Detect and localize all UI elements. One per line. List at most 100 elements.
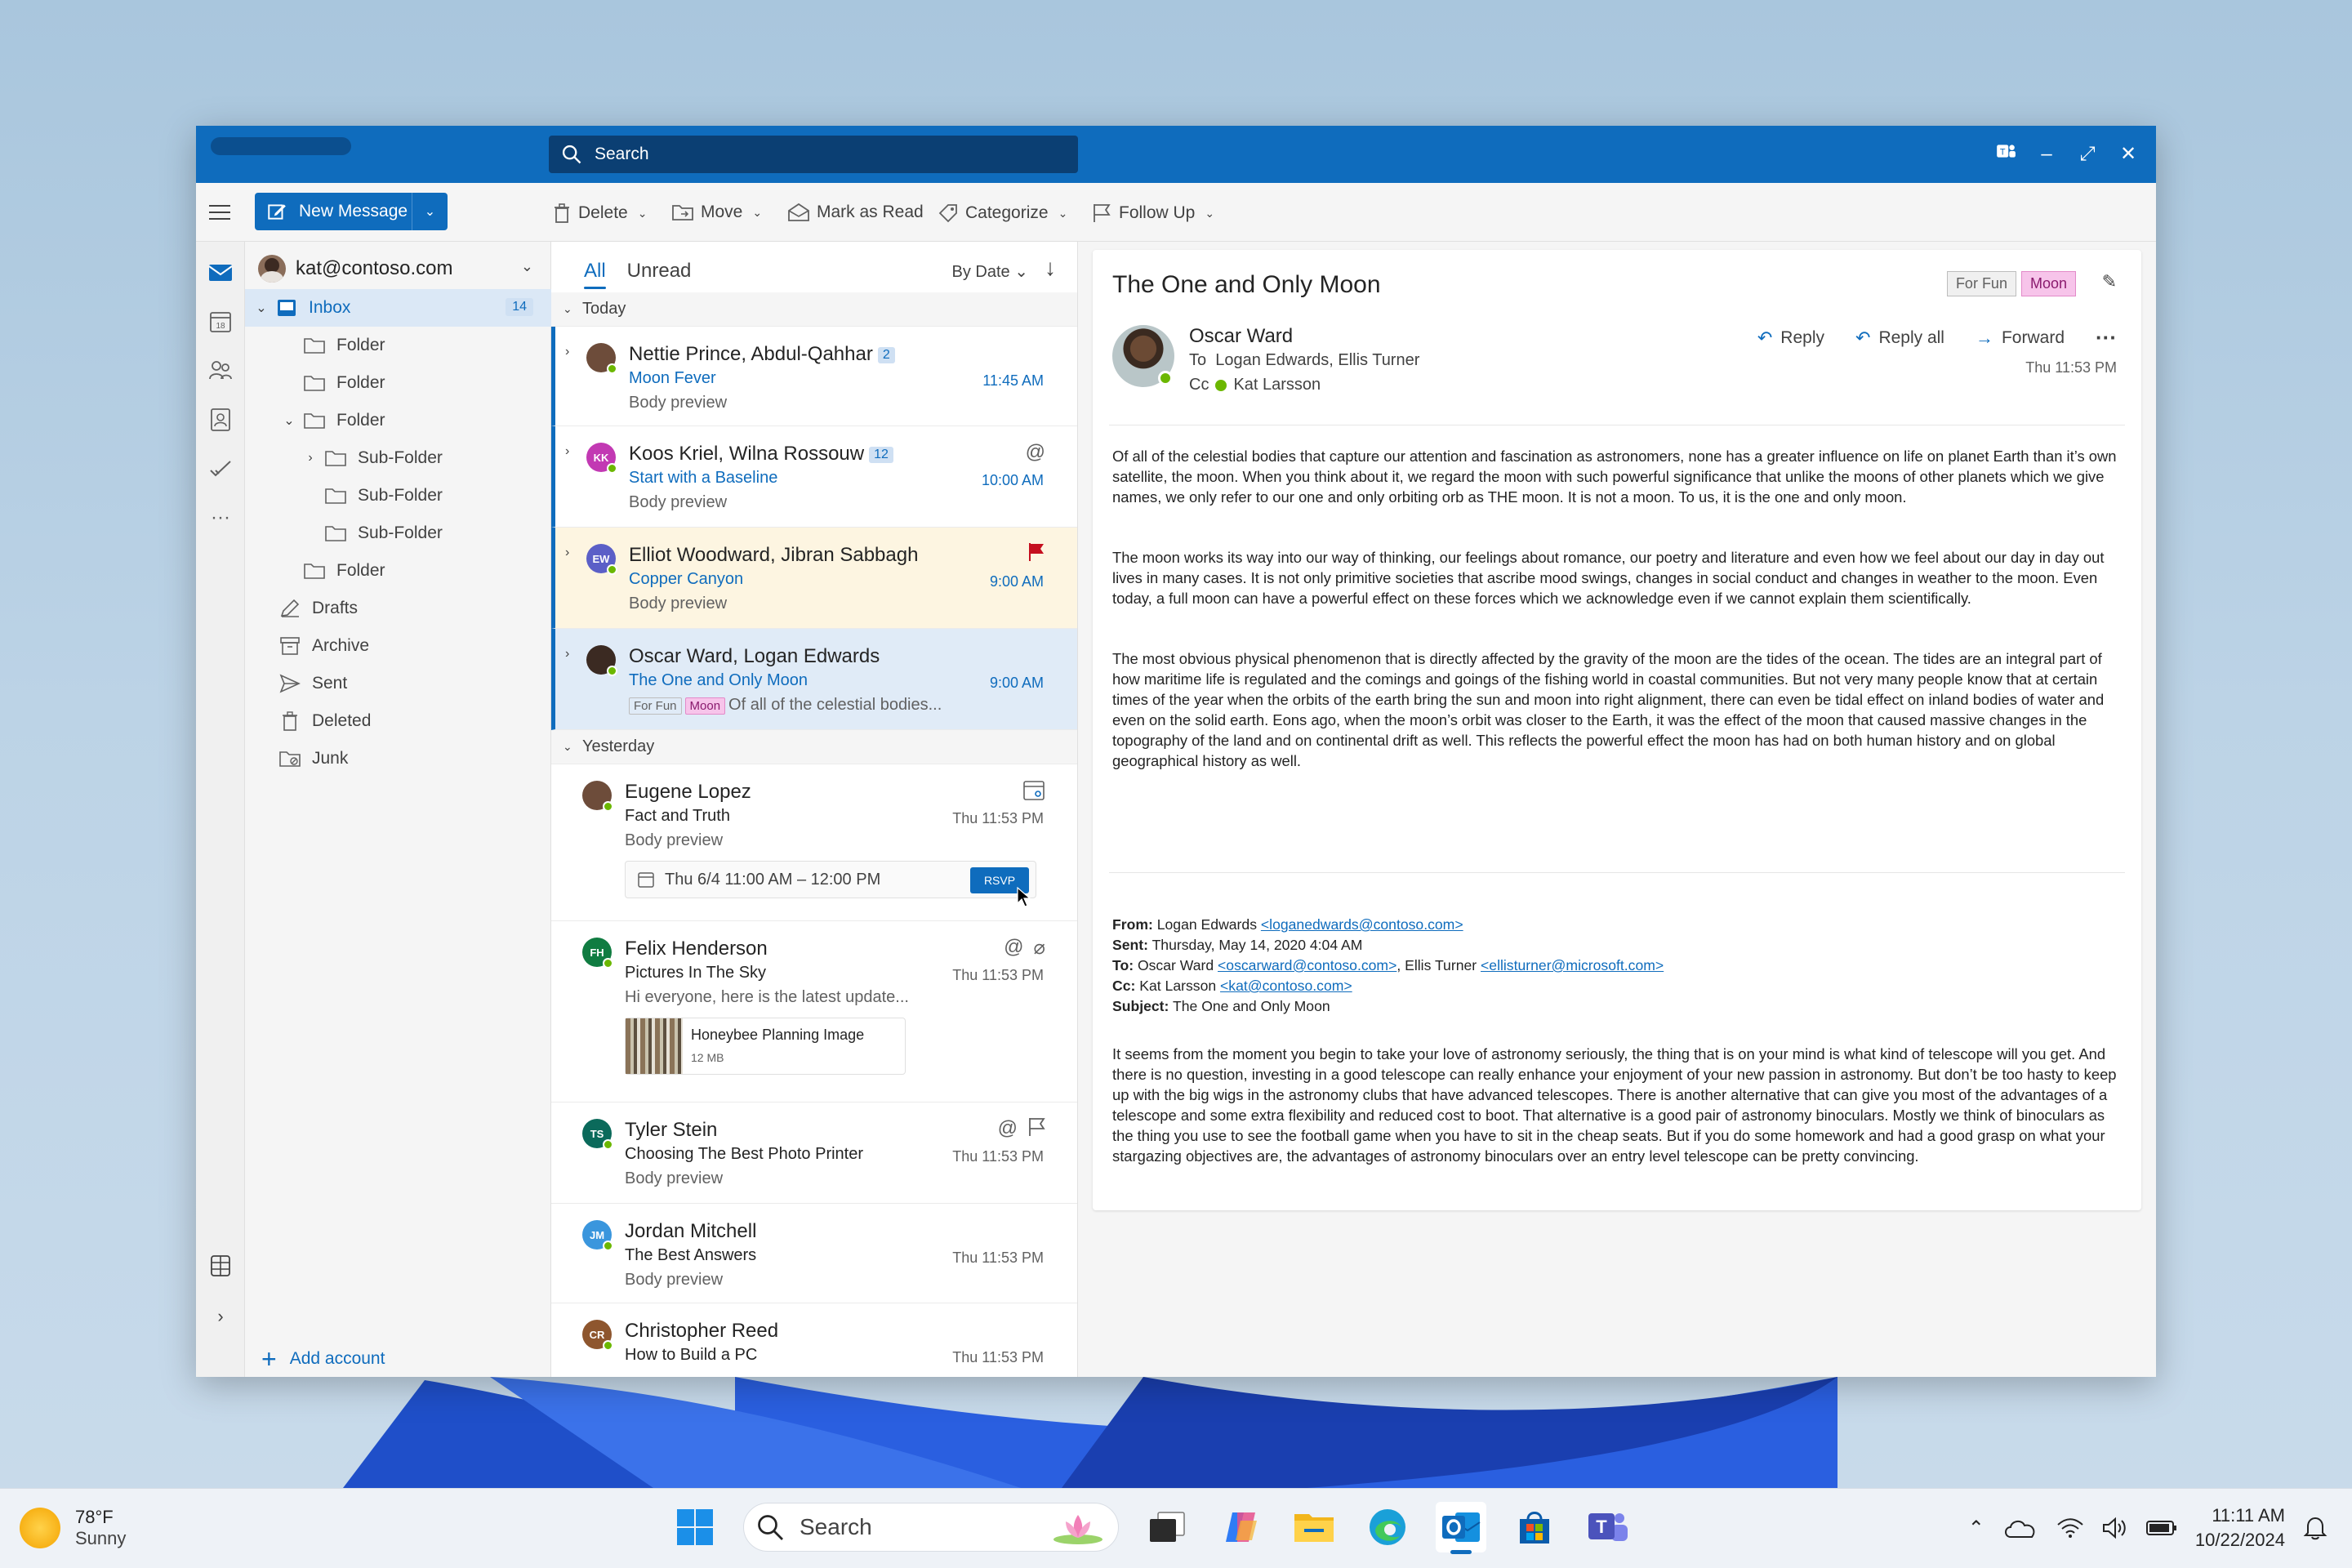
teams-app-icon[interactable]: T: [1583, 1502, 1633, 1552]
microsoft-store-icon[interactable]: [1509, 1502, 1560, 1552]
move-button[interactable]: Move ⌄: [671, 203, 762, 222]
folder-inbox[interactable]: ⌄ Inbox 14: [245, 289, 551, 327]
subfolder-item[interactable]: › Sub-Folder: [245, 439, 551, 477]
people-icon[interactable]: [207, 358, 234, 384]
copilot-icon[interactable]: [1215, 1502, 1266, 1552]
outlook-app-icon[interactable]: [1436, 1502, 1486, 1554]
expand-rail-icon[interactable]: ›: [207, 1303, 234, 1330]
forward-label: Forward: [2001, 327, 2065, 347]
sender-name: Felix Henderson: [625, 938, 768, 960]
pin-icon[interactable]: ✎: [2102, 271, 2117, 292]
chevron-up-icon[interactable]: ⌃: [1968, 1517, 1984, 1540]
folder-item[interactable]: Folder: [245, 327, 551, 364]
notification-bell-icon[interactable]: [2303, 1515, 2328, 1541]
email-link[interactable]: <kat@contoso.com>: [1220, 978, 1352, 994]
folder-sent[interactable]: Sent: [245, 665, 551, 702]
search-box[interactable]: Search: [549, 136, 1078, 173]
mark-as-read-button[interactable]: Mark as Read: [787, 203, 924, 222]
follow-up-button[interactable]: Follow Up ⌄: [1091, 203, 1214, 224]
sender-name[interactable]: Oscar Ward: [1189, 325, 1293, 348]
subfolder-item[interactable]: Sub-Folder: [245, 514, 551, 552]
folder-item-expanded[interactable]: ⌄ Folder: [245, 402, 551, 439]
email-link[interactable]: <oscarward@contoso.com>: [1218, 957, 1396, 973]
app-rail: 18 ··· ›: [196, 242, 245, 1377]
message-item[interactable]: › KK Koos Kriel, Wilna Rossouw 12 Start w…: [551, 426, 1077, 528]
folder-item[interactable]: Folder: [245, 552, 551, 590]
chevron-down-icon[interactable]: ⌄: [253, 300, 270, 316]
chevron-right-icon[interactable]: ›: [565, 345, 569, 359]
attachment-card[interactable]: Honeybee Planning Image 12 MB: [625, 1018, 906, 1075]
chevron-down-icon[interactable]: ⌄: [281, 412, 297, 429]
folder-deleted[interactable]: Deleted: [245, 702, 551, 740]
sort-direction-icon[interactable]: ↓: [1045, 255, 1056, 281]
folder-drafts[interactable]: Drafts: [245, 590, 551, 627]
flag-outline-icon[interactable]: [1027, 1117, 1045, 1137]
onedrive-cloud-icon[interactable]: [2002, 1516, 2038, 1540]
more-apps-icon[interactable]: ···: [207, 505, 234, 531]
hamburger-menu-icon[interactable]: [207, 201, 232, 224]
group-header-today[interactable]: ⌄ Today: [551, 292, 1077, 327]
forward-button[interactable]: → Forward: [1976, 327, 2065, 349]
start-button[interactable]: [670, 1502, 720, 1552]
mail-icon[interactable]: [207, 260, 234, 286]
category-tag[interactable]: For Fun: [1946, 271, 2016, 296]
new-message-button[interactable]: New Message ⌄: [255, 193, 448, 230]
taskbar-search[interactable]: Search: [743, 1503, 1119, 1552]
reply-button[interactable]: ↶ Reply: [1757, 327, 1824, 349]
account-header[interactable]: kat@contoso.com ⌄: [253, 250, 543, 287]
message-item[interactable]: › Nettie Prince, Abdul-Qahhar 2 Moon Feve…: [551, 327, 1077, 426]
folder-icon: [302, 372, 327, 394]
contacts-icon[interactable]: [207, 407, 234, 433]
wifi-icon[interactable]: [2056, 1517, 2084, 1539]
add-account-button[interactable]: + Add account: [261, 1346, 385, 1372]
tab-all[interactable]: All: [584, 260, 606, 289]
chevron-right-icon[interactable]: ›: [565, 444, 569, 459]
tab-unread[interactable]: Unread: [627, 260, 692, 283]
group-label: Yesterday: [582, 737, 655, 755]
subfolder-item[interactable]: Sub-Folder: [245, 477, 551, 514]
close-button[interactable]: ✕: [2117, 142, 2140, 166]
office-apps-icon[interactable]: [207, 1253, 234, 1279]
flag-icon[interactable]: [1027, 542, 1045, 562]
weather-widget[interactable]: 78°F Sunny: [20, 1507, 126, 1549]
more-actions-button[interactable]: ···: [2096, 325, 2117, 350]
message-item[interactable]: JM Jordan Mitchell The Best Answers Body…: [551, 1204, 1077, 1303]
message-item[interactable]: Eugene Lopez Fact and Truth Body preview…: [551, 764, 1077, 921]
group-header-yesterday[interactable]: ⌄ Yesterday: [551, 730, 1077, 764]
teams-icon[interactable]: T: [1994, 140, 2017, 167]
folder-item[interactable]: Folder: [245, 364, 551, 402]
chevron-down-icon[interactable]: ⌄: [521, 258, 533, 275]
categorize-button[interactable]: Categorize ⌄: [938, 203, 1067, 224]
chevron-right-icon[interactable]: ›: [565, 546, 569, 560]
task-view-icon[interactable]: [1142, 1502, 1192, 1552]
maximize-button[interactable]: ⤢: [2076, 143, 2099, 166]
category-tag[interactable]: Moon: [2020, 271, 2076, 296]
message-item[interactable]: CR Christopher Reed How to Build a PC Th…: [551, 1303, 1077, 1377]
new-message-dropdown[interactable]: ⌄: [412, 193, 448, 230]
avatar-initials: EW: [592, 552, 610, 565]
message-item[interactable]: FH Felix Henderson Pictures In The Sky H…: [551, 921, 1077, 1102]
sort-dropdown[interactable]: By Date ⌄: [952, 261, 1028, 282]
reply-all-button[interactable]: ↶ Reply all: [1855, 327, 1944, 349]
sender-avatar: [1112, 325, 1174, 387]
delete-button[interactable]: Delete ⌄: [552, 203, 647, 224]
minimize-button[interactable]: –: [2035, 143, 2058, 166]
folder-junk[interactable]: Junk: [245, 740, 551, 777]
file-explorer-icon[interactable]: [1289, 1502, 1339, 1552]
edge-browser-icon[interactable]: [1362, 1502, 1413, 1552]
system-clock[interactable]: 11:11 AM 10/22/2024: [2195, 1503, 2285, 1552]
folder-archive[interactable]: Archive: [245, 627, 551, 665]
chevron-right-icon[interactable]: ›: [565, 647, 569, 662]
message-item-flagged[interactable]: › EW Elliot Woodward, Jibran Sabbagh Cop…: [551, 528, 1077, 629]
battery-icon[interactable]: [2145, 1519, 2177, 1537]
volume-icon[interactable]: [2102, 1517, 2128, 1539]
todo-icon[interactable]: [207, 456, 234, 482]
to-recipients[interactable]: Logan Edwards, Ellis Turner: [1215, 351, 1419, 369]
email-link[interactable]: <loganedwards@contoso.com>: [1261, 916, 1463, 933]
cc-recipients[interactable]: Kat Larsson: [1233, 376, 1321, 394]
calendar-icon[interactable]: 18: [207, 309, 234, 335]
message-item[interactable]: TS Tyler Stein Choosing The Best Photo P…: [551, 1102, 1077, 1204]
message-item-selected[interactable]: › Oscar Ward, Logan Edwards The One and …: [551, 629, 1077, 730]
chevron-right-icon[interactable]: ›: [302, 451, 318, 466]
email-link[interactable]: <ellisturner@microsoft.com>: [1481, 957, 1664, 973]
